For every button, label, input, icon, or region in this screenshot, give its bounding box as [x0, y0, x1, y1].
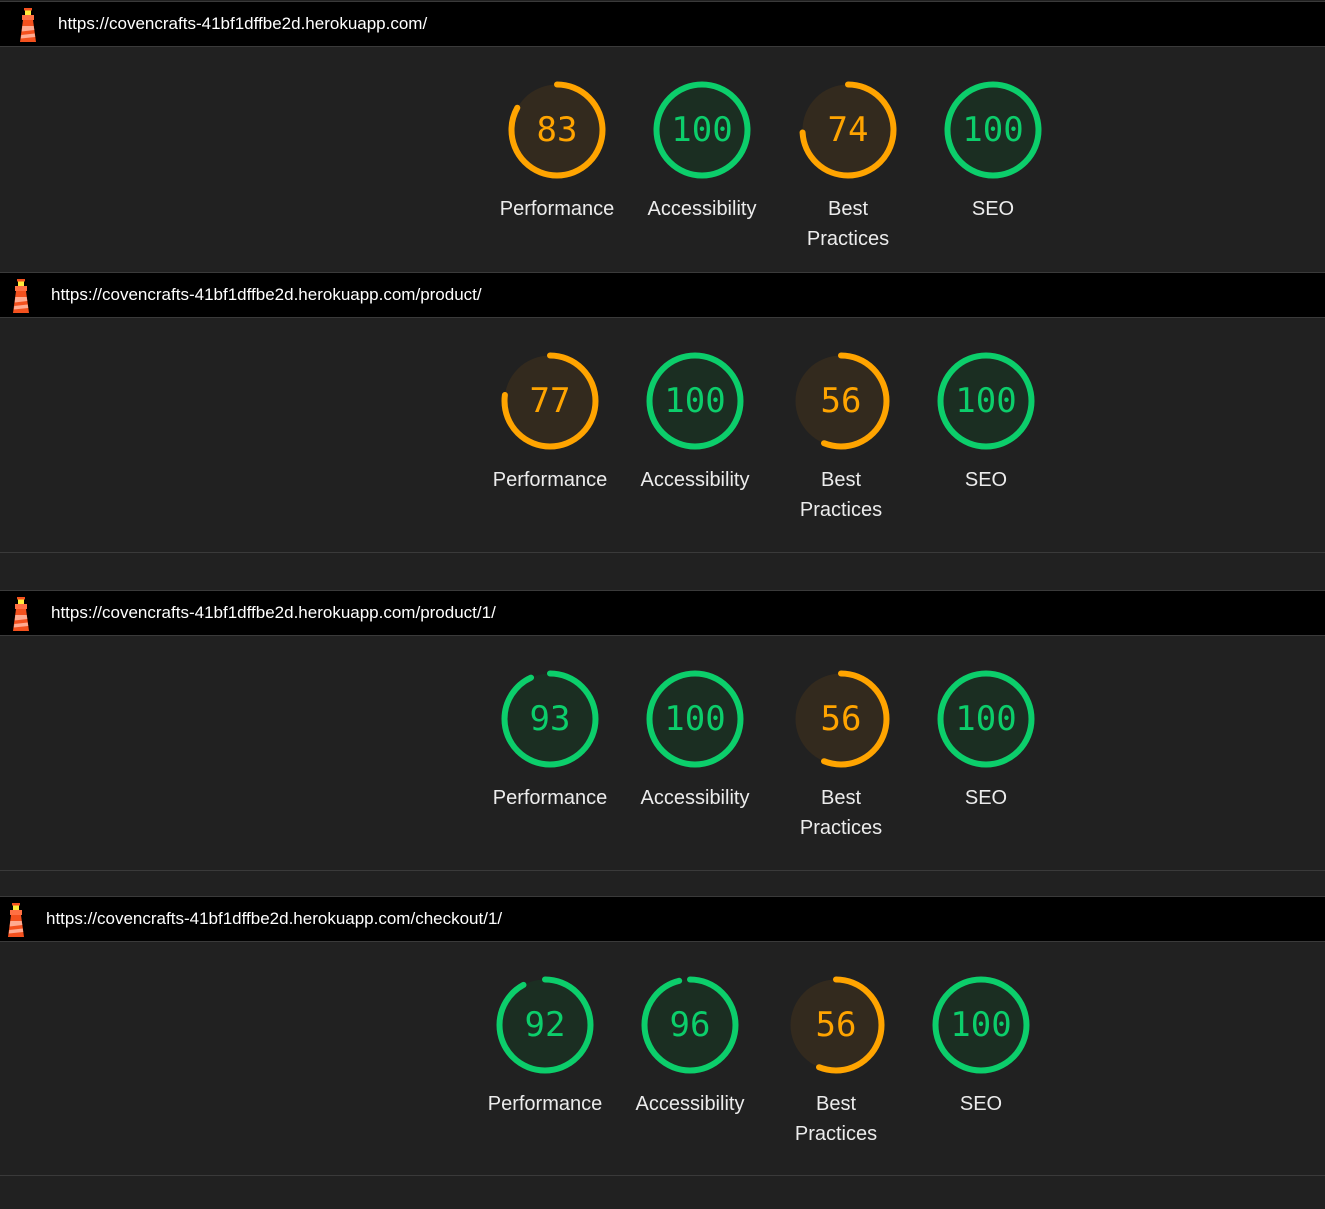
report-url-link[interactable]: https://covencrafts-41bf1dffbe2d.herokua… [51, 285, 482, 305]
gauge-score: 77 [529, 381, 571, 421]
gauge-score: 100 [950, 1005, 1012, 1045]
section-divider [0, 870, 1325, 871]
gauge-score: 100 [664, 699, 726, 739]
gauge-label: SEO [964, 469, 1008, 491]
report-url-bar: https://covencrafts-41bf1dffbe2d.herokua… [0, 896, 1325, 942]
gauge-score: 92 [524, 1005, 566, 1045]
gauge-score: 93 [529, 699, 571, 739]
gauge-score: 100 [955, 381, 1017, 421]
report-section: https://covencrafts-41bf1dffbe2d.herokua… [0, 272, 1325, 521]
report-url-link[interactable]: https://covencrafts-41bf1dffbe2d.herokua… [46, 909, 502, 929]
report-url-link[interactable]: https://covencrafts-41bf1dffbe2d.herokua… [51, 603, 496, 623]
gauge-label: Accessibility [647, 198, 757, 220]
gauge-score: 83 [536, 110, 578, 150]
section-divider [0, 1175, 1325, 1176]
gauge-score: 56 [820, 381, 862, 421]
lighthouse-icon [20, 8, 36, 42]
gauge-score: 100 [664, 381, 726, 421]
report-section: https://covencrafts-41bf1dffbe2d.herokua… [0, 590, 1325, 839]
gauge-score: 56 [820, 699, 862, 739]
lighthouse-icon [13, 279, 29, 313]
gauge-label: Accessibility [635, 1093, 745, 1115]
report-url-bar: https://covencrafts-41bf1dffbe2d.herokua… [0, 1, 1325, 47]
gauge-score: 96 [669, 1005, 711, 1045]
gauge-label: Accessibility [640, 787, 750, 809]
lighthouse-icon [8, 903, 24, 937]
gauge-label: SEO [959, 1093, 1003, 1115]
report-section: https://covencrafts-41bf1dffbe2d.herokua… [0, 1, 1325, 250]
gauge-label: SEO [971, 198, 1015, 220]
lighthouse-icon [13, 597, 29, 631]
report-url-bar: https://covencrafts-41bf1dffbe2d.herokua… [0, 590, 1325, 636]
gauge-score: 100 [671, 110, 733, 150]
gauge-score: 100 [962, 110, 1024, 150]
gauge-score: 74 [827, 110, 869, 150]
gauge-label: Accessibility [640, 469, 750, 491]
section-divider [0, 552, 1325, 553]
report-url-link[interactable]: https://covencrafts-41bf1dffbe2d.herokua… [58, 14, 427, 34]
report-section: https://covencrafts-41bf1dffbe2d.herokua… [0, 896, 1325, 1145]
report-url-bar: https://covencrafts-41bf1dffbe2d.herokua… [0, 272, 1325, 318]
gauge-score: 56 [815, 1005, 857, 1045]
gauge-label: SEO [964, 787, 1008, 809]
gauge-score: 100 [955, 699, 1017, 739]
